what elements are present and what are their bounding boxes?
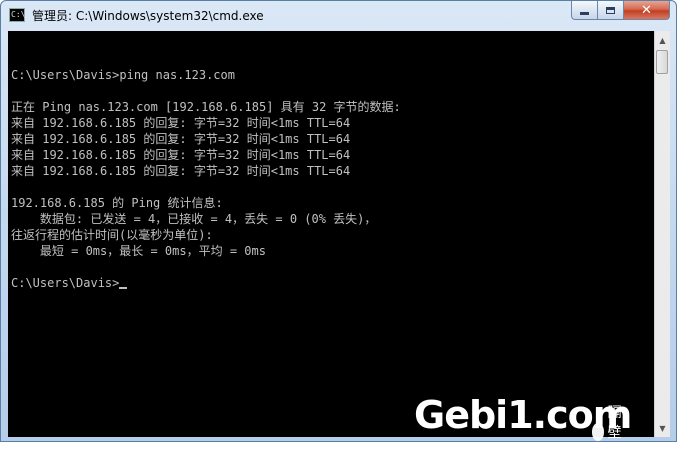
console-text: C:\Users\Davis>ping nas.123.com 正在 Ping n… xyxy=(11,51,401,291)
scroll-thumb[interactable] xyxy=(656,50,668,74)
console-line: 来自 192.168.6.185 的回复: 字节=32 时间<1ms TTL=6… xyxy=(11,148,351,162)
vertical-scrollbar[interactable]: ▲ ▼ xyxy=(654,31,670,437)
maximize-icon xyxy=(606,6,615,14)
console-line: 数据包: 已发送 = 4，已接收 = 4，丢失 = 0 (0% 丢失)， xyxy=(11,212,377,226)
watermark-badge: 隔壁网 xyxy=(592,402,631,462)
minimize-button[interactable] xyxy=(571,1,598,20)
watermark-badge-text: 隔壁网 xyxy=(607,405,622,461)
watermark-logo-icon xyxy=(592,423,605,441)
cmd-icon[interactable]: C:\ xyxy=(9,8,25,22)
text-cursor xyxy=(119,287,128,289)
title-bar[interactable]: C:\ 管理员: C:\Windows\system32\cmd.exe ✕ xyxy=(1,1,676,31)
console-line: 来自 192.168.6.185 的回复: 字节=32 时间<1ms TTL=6… xyxy=(11,116,351,130)
minimize-icon xyxy=(580,11,589,15)
console-line: 正在 Ping nas.123.com [192.168.6.185] 具有 3… xyxy=(11,100,401,114)
cmd-icon-label: C:\ xyxy=(11,10,26,19)
console-line: 往返行程的估计时间(以毫秒为单位): xyxy=(11,228,213,242)
window-controls: ✕ xyxy=(571,1,670,21)
watermark: Gebi1.com 隔壁网 xyxy=(414,390,632,461)
console-line: 192.168.6.185 的 Ping 统计信息: xyxy=(11,196,223,210)
scroll-up-icon[interactable]: ▲ xyxy=(655,32,670,48)
close-button[interactable]: ✕ xyxy=(624,1,670,20)
console-output[interactable]: C:\Users\Davis>ping nas.123.com 正在 Ping n… xyxy=(8,31,654,437)
maximize-button[interactable] xyxy=(598,1,624,20)
window-title: 管理员: C:\Windows\system32\cmd.exe xyxy=(32,9,264,23)
console-line: 最短 = 0ms，最长 = 0ms，平均 = 0ms xyxy=(11,244,266,258)
close-icon: ✕ xyxy=(641,2,652,18)
cmd-window: C:\ 管理员: C:\Windows\system32\cmd.exe ✕ C… xyxy=(0,0,677,442)
console-line: C:\Users\Davis> xyxy=(11,275,401,291)
console-line: C:\Users\Davis>ping nas.123.com xyxy=(11,68,235,82)
console-line: 来自 192.168.6.185 的回复: 字节=32 时间<1ms TTL=6… xyxy=(11,164,351,178)
scroll-down-icon[interactable]: ▼ xyxy=(655,420,670,436)
console-line: 来自 192.168.6.185 的回复: 字节=32 时间<1ms TTL=6… xyxy=(11,132,351,146)
